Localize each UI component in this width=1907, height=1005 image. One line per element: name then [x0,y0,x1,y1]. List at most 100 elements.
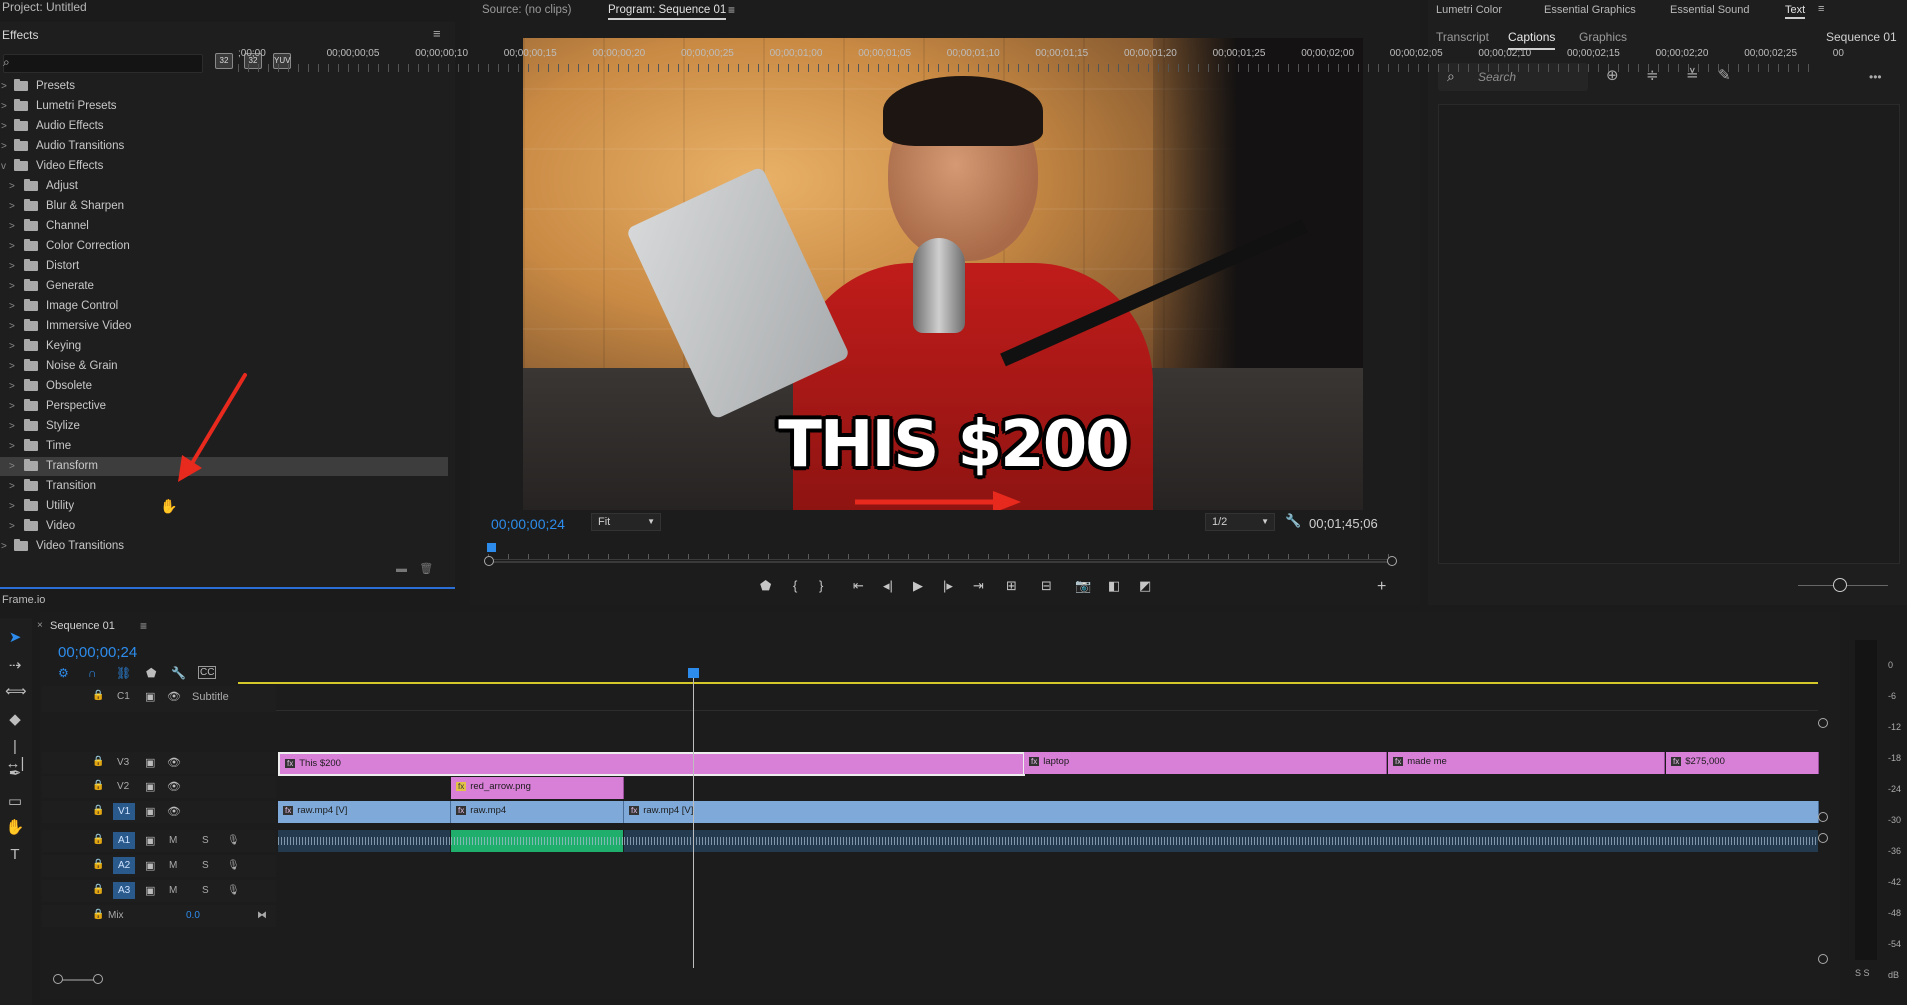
button-editor-add-button[interactable]: + [1377,578,1386,596]
hscroll-handle-right[interactable] [93,974,103,984]
effects-tree-item[interactable]: v Video Effects [0,157,448,176]
clip-raw-mp4[interactable]: fx raw.mp4 [451,801,624,823]
eye-icon[interactable]: 👁 [167,756,181,769]
chevron-right-icon[interactable]: > [9,437,15,456]
mute-button[interactable]: M [169,835,177,846]
chevron-right-icon[interactable]: > [9,417,15,436]
clip-red-arrow-png[interactable]: fx red_arrow.png [451,777,624,799]
microphone-icon[interactable]: 🎙 [227,835,240,846]
clip-this-200[interactable]: fx This $200 [278,752,1025,776]
insert-icon[interactable]: ⊞ [1006,578,1017,594]
eye-icon[interactable]: 👁 [167,780,181,793]
effects-panel-title[interactable]: Effects [2,28,38,42]
effects-tree-item[interactable]: > Color Correction [0,237,448,256]
chevron-right-icon[interactable]: > [9,397,15,416]
captions-zoom-slider-knob[interactable] [1833,578,1847,592]
track-name-v2[interactable]: V2 [117,781,129,792]
solo-button[interactable]: S [202,835,209,846]
add-marker-icon[interactable]: ⬟ [146,666,156,680]
effects-tree-item[interactable]: > Generate [0,277,448,296]
program-menu-icon[interactable]: ≡ [728,3,735,17]
effects-search-input[interactable]: ⌕ [3,54,203,73]
track-name-v3[interactable]: V3 [117,757,129,768]
chevron-right-icon[interactable]: > [1,537,7,556]
track-name-a2[interactable]: A2 [113,857,136,874]
linked-selection-icon[interactable]: ⛓ [116,666,131,680]
effects-tree-item[interactable]: > Presets [0,77,448,96]
subtab-transcript[interactable]: Transcript [1436,30,1489,44]
overwrite-icon[interactable]: ⊟ [1041,578,1052,594]
play-icon[interactable]: ▶ [913,578,923,594]
multi-camera-icon[interactable]: ◩ [1139,578,1151,594]
mark-out-icon[interactable]: } [819,578,823,593]
chevron-right-icon[interactable]: > [9,497,15,516]
timeline-playhead[interactable] [688,668,699,678]
toggle-sync-icon[interactable]: ▣ [145,756,155,769]
timeline-ruler[interactable]: ;00;00 00;00;00;05 00;00;00;10 00;00;00;15 0… [238,48,1844,76]
nest-icon[interactable]: ⚙ [58,666,69,680]
timeline-vscroll-top[interactable] [1818,718,1828,728]
timeline-timecode[interactable]: 00;00;00;24 [58,644,137,661]
chevron-right-icon[interactable]: > [1,117,7,136]
program-time-ruler[interactable] [488,545,1393,560]
chevron-right-icon[interactable]: > [9,457,15,476]
ripple-edit-tool-icon[interactable]: ⟺ [5,682,27,700]
rectangle-tool-icon[interactable]: ▭ [5,792,25,810]
chevron-right-icon[interactable]: > [9,217,15,236]
workspace-tab-essential-graphics[interactable]: Essential Graphics [1544,4,1636,16]
export-frame-icon[interactable]: 📷 [1075,578,1091,594]
chevron-right-icon[interactable]: > [9,297,15,316]
lock-icon[interactable]: 🔒 [92,859,104,870]
program-current-timecode[interactable]: 00;00;00;24 [491,516,565,532]
effects-tree-item[interactable]: > Channel [0,217,448,236]
new-bin-icon[interactable]: ▬ [396,563,407,575]
toggle-sync-icon[interactable]: ▣ [145,805,155,818]
toggle-sync-icon[interactable]: ▣ [145,834,155,847]
effects-tree-item[interactable]: > Blur & Sharpen [0,197,448,216]
solo-button[interactable]: S [202,860,209,871]
video-preview[interactable]: THIS $200 [523,38,1363,510]
chevron-down-icon[interactable]: v [1,157,6,176]
mix-pan-icon[interactable]: ⧓ [257,910,267,921]
lock-icon[interactable]: 🔒 [92,756,104,767]
scroll-handle-right[interactable] [1387,556,1397,566]
toggle-sync-icon[interactable]: ▣ [145,859,155,872]
more-options-icon[interactable]: ••• [1869,70,1882,84]
playback-resolution-select[interactable]: 1/2 ▼ [1205,513,1275,531]
chevron-right-icon[interactable]: > [1,97,7,116]
effects-tree-item[interactable]: > Video [0,517,448,536]
chevron-right-icon[interactable]: > [9,177,15,196]
workspace-tab-essential-sound[interactable]: Essential Sound [1670,4,1750,16]
tab-program-monitor[interactable]: Program: Sequence 01 [608,4,727,20]
effects-menu-icon[interactable]: ≡ [433,26,441,41]
timeline-vscroll-mid[interactable] [1818,812,1828,822]
track-name-v1[interactable]: V1 [113,803,136,820]
go-to-out-icon[interactable]: ⇥ [973,578,984,594]
chevron-right-icon[interactable]: > [9,197,15,216]
mix-volume-value[interactable]: 0.0 [186,910,200,921]
effects-tree-item[interactable]: > Audio Transitions [0,137,448,156]
microphone-icon[interactable]: 🎙 [227,885,240,896]
chevron-right-icon[interactable]: > [9,237,15,256]
meter-solo-buttons[interactable]: S S [1855,968,1870,978]
text-panel-menu-icon[interactable]: ≡ [1818,3,1824,15]
comparison-view-icon[interactable]: ◧ [1108,578,1120,594]
chevron-right-icon[interactable]: > [9,317,15,336]
timeline-hscroll[interactable] [53,974,103,984]
chevron-right-icon[interactable]: > [9,517,15,536]
wrench-icon[interactable]: 🔧 [1285,513,1301,529]
eye-icon[interactable]: 👁 [167,805,181,818]
effects-tree-item[interactable]: > Lumetri Presets [0,97,448,116]
sequence-menu-icon[interactable]: ≡ [140,619,147,633]
chevron-right-icon[interactable]: > [9,277,15,296]
program-playhead[interactable] [487,543,496,552]
effects-tree-item[interactable]: > Adjust [0,177,448,196]
go-to-in-icon[interactable]: ⇤ [853,578,864,594]
hand-tool-icon[interactable]: ✋ [5,818,25,836]
close-icon[interactable]: × [37,620,43,631]
chevron-right-icon[interactable]: > [9,337,15,356]
chevron-right-icon[interactable]: > [9,477,15,496]
lock-icon[interactable]: 🔒 [92,884,104,895]
type-tool-icon[interactable]: T [5,846,25,863]
trash-icon[interactable]: 🗑 [419,563,433,575]
